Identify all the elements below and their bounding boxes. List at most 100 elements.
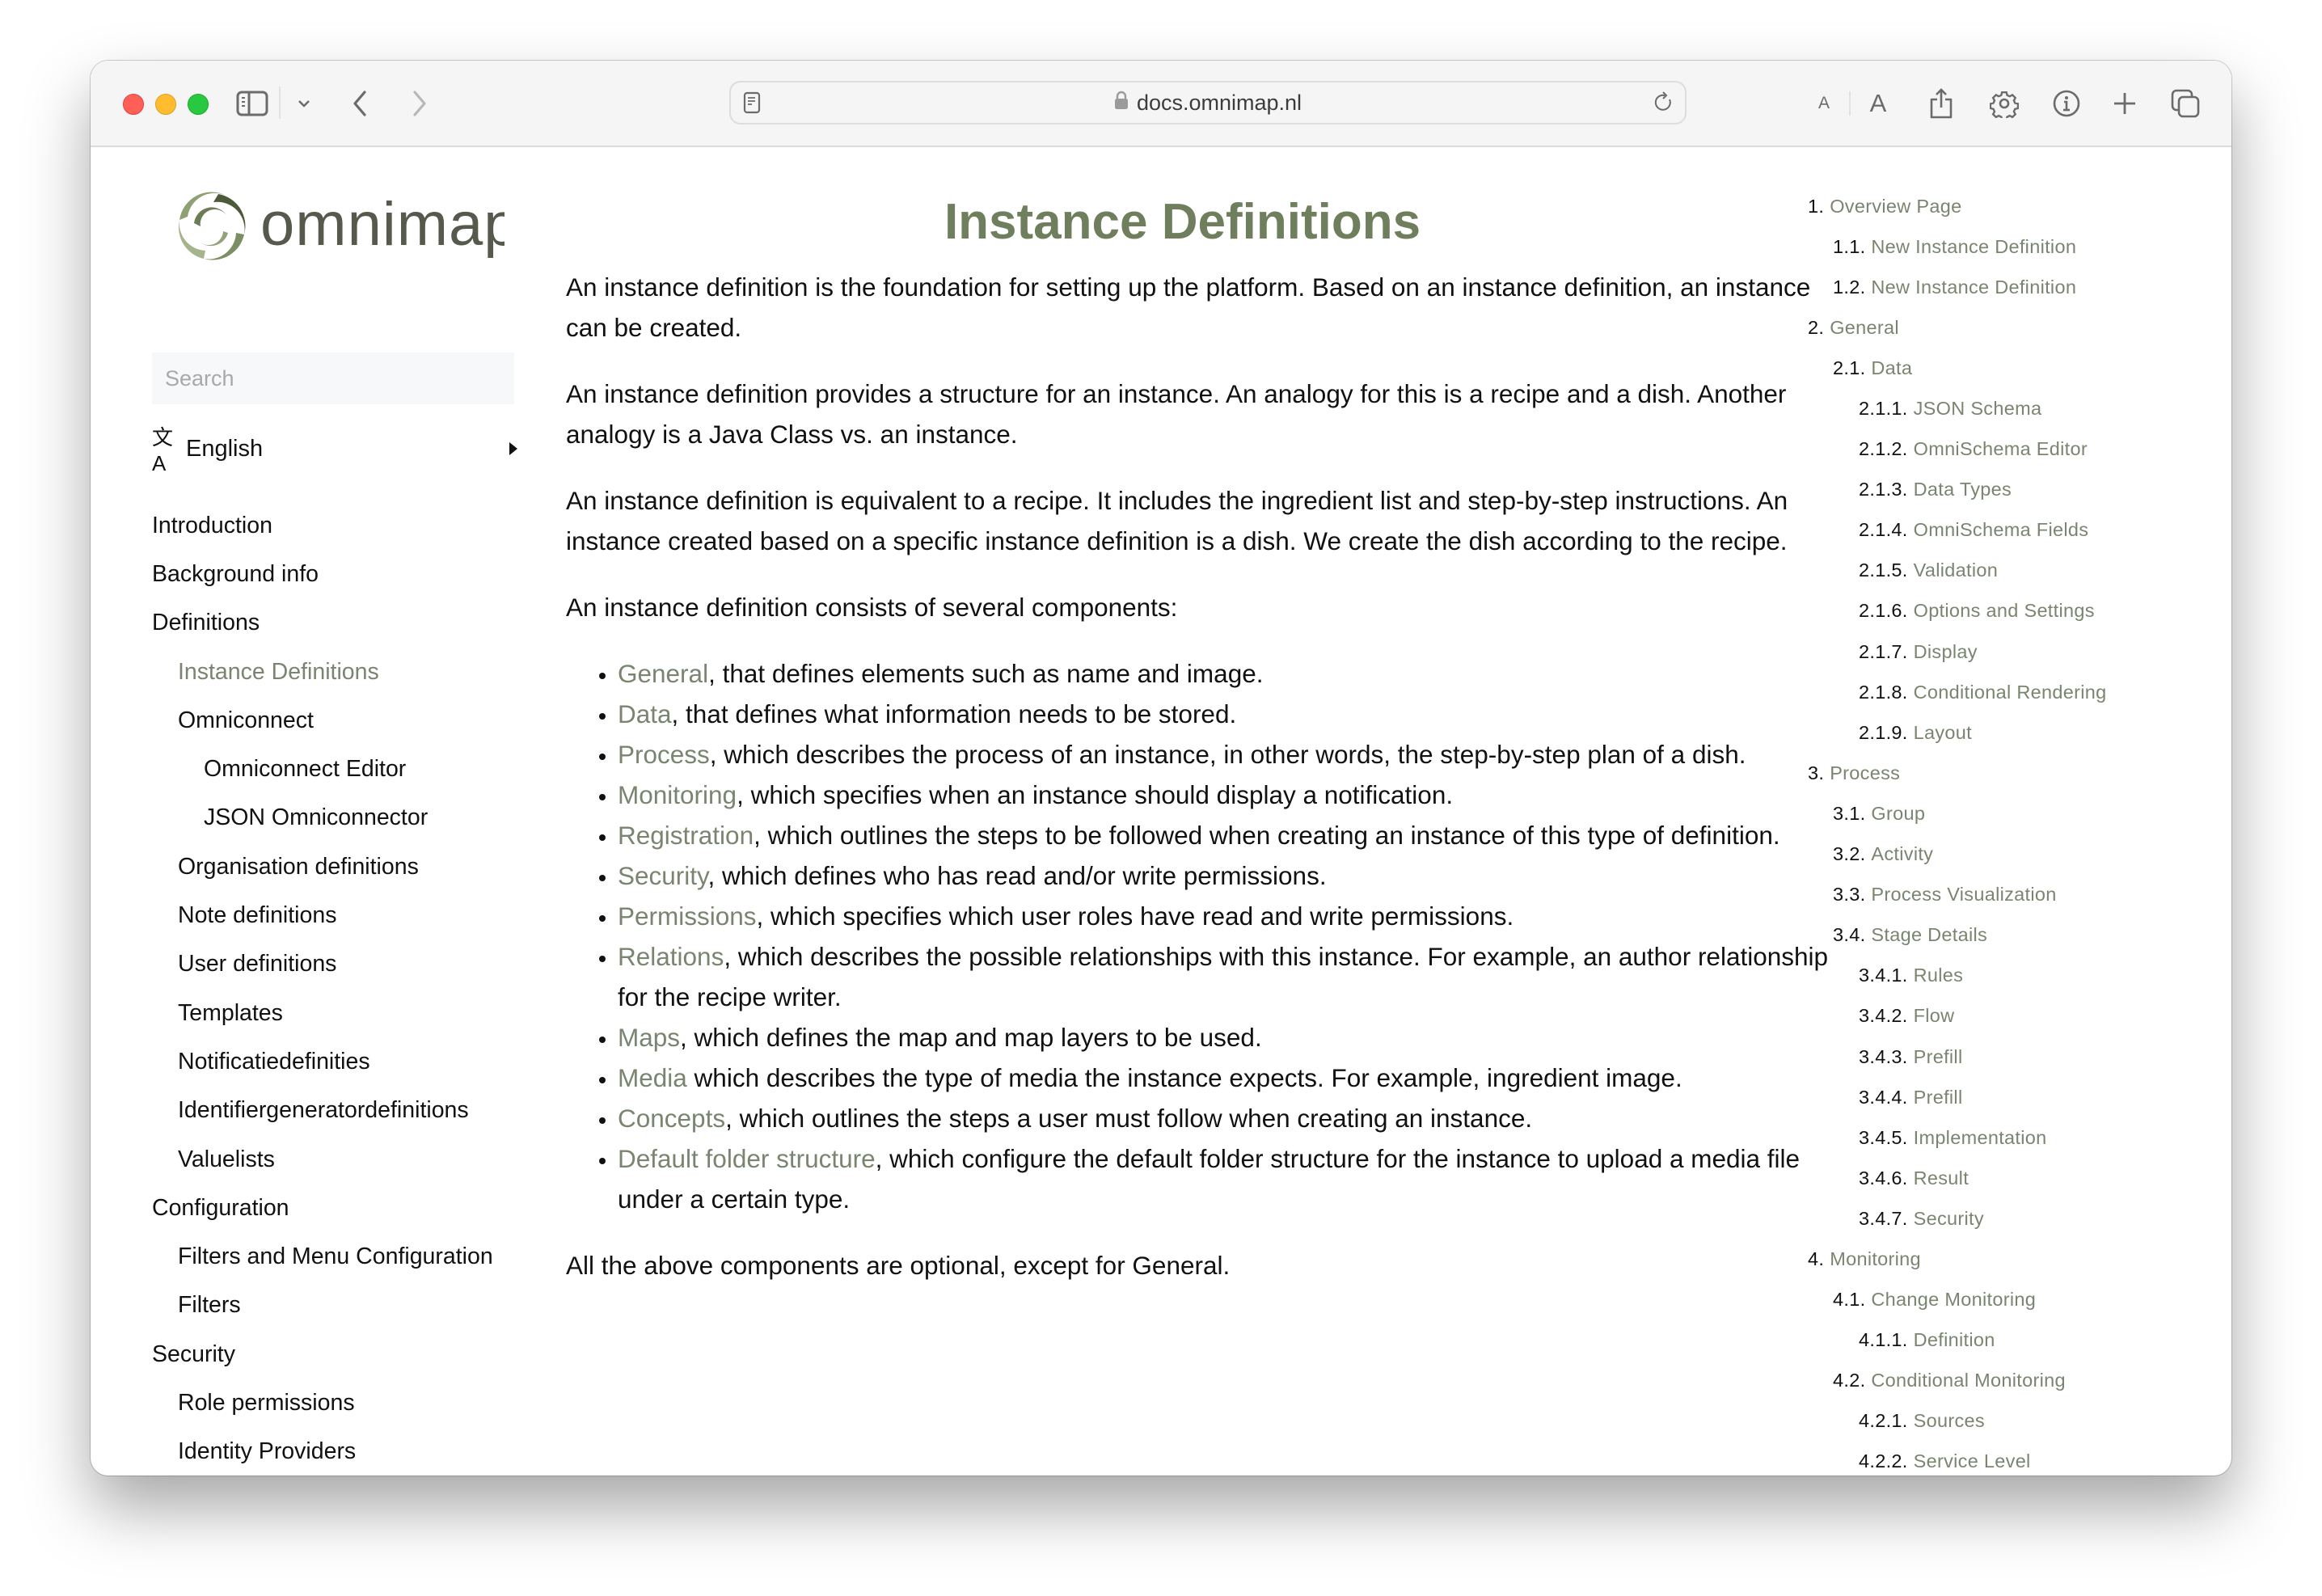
sidebar-item-json-omniconnector[interactable]: JSON Omniconnector: [152, 794, 524, 842]
sidebar-item-filters[interactable]: Filters: [152, 1281, 524, 1330]
toc-link[interactable]: JSON Schema: [1914, 398, 2042, 420]
toc-item[interactable]: 2.1.2. OmniSchema Editor: [1808, 429, 2212, 470]
minimize-window-button[interactable]: [155, 94, 176, 115]
toc-item[interactable]: 3.4. Stage Details: [1808, 915, 2212, 956]
toc-link[interactable]: New Instance Definition: [1871, 236, 2076, 258]
sidebar-item-instance-definitions[interactable]: Instance Definitions: [152, 648, 524, 696]
toc-link[interactable]: Change Monitoring: [1871, 1289, 2036, 1311]
chevron-down-icon[interactable]: [294, 85, 314, 122]
toc-link[interactable]: Process: [1830, 762, 1900, 784]
toc-item[interactable]: 1. Overview Page: [1808, 186, 2212, 226]
sidebar-item-identifiergeneratordefinitions[interactable]: Identifiergeneratordefinitions: [152, 1087, 524, 1135]
toc-link[interactable]: Overview Page: [1830, 196, 1961, 217]
toc-link[interactable]: Layout: [1914, 722, 1972, 744]
toc-link[interactable]: Security: [1914, 1208, 1984, 1230]
sidebar-item-security[interactable]: Security: [152, 1330, 524, 1379]
toc-link[interactable]: OmniSchema Editor: [1914, 438, 2088, 460]
component-link-media[interactable]: Media: [618, 1063, 687, 1092]
toc-link[interactable]: OmniSchema Fields: [1914, 519, 2089, 541]
toc-link[interactable]: Group: [1871, 803, 1925, 825]
toc-item[interactable]: 3.2. Activity: [1808, 834, 2212, 875]
sidebar-item-omniconnect-editor[interactable]: Omniconnect Editor: [152, 745, 524, 793]
sidebar-item-notificatiedefinities[interactable]: Notificatiedefinities: [152, 1037, 524, 1086]
text-smaller-button[interactable]: A: [1814, 85, 1834, 122]
toc-item[interactable]: 4.1. Change Monitoring: [1808, 1280, 2212, 1320]
plus-icon[interactable]: [2112, 85, 2138, 122]
toc-item[interactable]: 3.4.4. Prefill: [1808, 1077, 2212, 1117]
toc-link[interactable]: Activity: [1871, 843, 1933, 865]
sidebar-item-user-definitions[interactable]: User definitions: [152, 940, 524, 989]
toc-link[interactable]: Options and Settings: [1914, 600, 2095, 622]
sidebar-item-omniconnect[interactable]: Omniconnect: [152, 696, 524, 745]
toc-item[interactable]: 3. Process: [1808, 753, 2212, 793]
sidebar-icon[interactable]: [234, 85, 270, 122]
language-selector[interactable]: 文A English: [152, 425, 517, 475]
toc-link[interactable]: Conditional Rendering: [1914, 682, 2107, 703]
gear-icon[interactable]: [1989, 85, 2020, 122]
component-link-security[interactable]: Security: [618, 861, 707, 890]
toc-item[interactable]: 2.1.7. Display: [1808, 631, 2212, 672]
toc-item[interactable]: 4. Monitoring: [1808, 1239, 2212, 1279]
sidebar-item-filters-and-menu-configuration[interactable]: Filters and Menu Configuration: [152, 1232, 524, 1281]
toc-item[interactable]: 2.1.3. Data Types: [1808, 470, 2212, 510]
toc-link[interactable]: Sources: [1914, 1410, 1985, 1432]
toc-item[interactable]: 2.1.4. OmniSchema Fields: [1808, 510, 2212, 551]
toc-link[interactable]: Definition: [1914, 1329, 1995, 1351]
component-link-default-folder-structure[interactable]: Default folder structure: [618, 1144, 876, 1173]
toc-link[interactable]: Process Visualization: [1871, 884, 2056, 906]
toc-item[interactable]: 3.4.3. Prefill: [1808, 1037, 2212, 1077]
toc-item[interactable]: 3.4.1. Rules: [1808, 956, 2212, 996]
sidebar-item-valuelists[interactable]: Valuelists: [152, 1135, 524, 1184]
toc-link[interactable]: Data: [1871, 357, 1912, 379]
toc-link[interactable]: Rules: [1914, 965, 1964, 986]
toc-item[interactable]: 4.2.1. Sources: [1808, 1401, 2212, 1442]
toc-link[interactable]: Result: [1914, 1167, 1969, 1189]
toc-link[interactable]: Validation: [1914, 559, 1998, 581]
toc-link[interactable]: Stage Details: [1871, 924, 1987, 946]
toc-item[interactable]: 4.2.2. Service Level: [1808, 1442, 2212, 1476]
sidebar-item-background-info[interactable]: Background info: [152, 550, 524, 598]
search-input[interactable]: [152, 353, 514, 404]
forward-icon[interactable]: [407, 85, 432, 122]
toc-item[interactable]: 4.1.1. Definition: [1808, 1320, 2212, 1361]
sidebar-item-identity-providers[interactable]: Identity Providers: [152, 1428, 524, 1476]
toc-link[interactable]: Monitoring: [1830, 1248, 1921, 1270]
component-link-process[interactable]: Process: [618, 740, 710, 769]
reload-icon[interactable]: [1653, 84, 1675, 121]
url-display[interactable]: docs.omnimap.nl: [731, 82, 1685, 123]
toc-item[interactable]: 1.1. New Instance Definition: [1808, 226, 2212, 267]
tabs-overview-icon[interactable]: [2170, 85, 2201, 122]
sidebar-item-configuration[interactable]: Configuration: [152, 1184, 524, 1232]
address-bar[interactable]: docs.omnimap.nl: [729, 81, 1687, 125]
toc-item[interactable]: 2.1. Data: [1808, 348, 2212, 388]
toc-link[interactable]: Implementation: [1914, 1127, 2047, 1149]
toc-item[interactable]: 3.4.7. Security: [1808, 1198, 2212, 1239]
back-icon[interactable]: [348, 85, 372, 122]
toc-item[interactable]: 3.4.6. Result: [1808, 1158, 2212, 1198]
component-link-permissions[interactable]: Permissions: [618, 901, 757, 931]
toc-link[interactable]: Flow: [1914, 1005, 1955, 1027]
component-link-relations[interactable]: Relations: [618, 942, 724, 971]
toc-item[interactable]: 2.1.8. Conditional Rendering: [1808, 672, 2212, 712]
toc-item[interactable]: 2.1.5. Validation: [1808, 551, 2212, 591]
share-icon[interactable]: [1927, 85, 1955, 122]
toc-item[interactable]: 2. General: [1808, 307, 2212, 348]
toc-item[interactable]: 4.2. Conditional Monitoring: [1808, 1361, 2212, 1401]
toc-link[interactable]: New Instance Definition: [1871, 277, 2076, 298]
toc-link[interactable]: General: [1830, 317, 1899, 339]
sidebar-item-role-permissions[interactable]: Role permissions: [152, 1379, 524, 1427]
component-link-data[interactable]: Data: [618, 699, 672, 728]
toc-link[interactable]: Display: [1914, 641, 1978, 663]
toc-item[interactable]: 2.1.9. Layout: [1808, 712, 2212, 753]
toc-item[interactable]: 2.1.1. JSON Schema: [1808, 388, 2212, 429]
toc-item[interactable]: 3.4.5. Implementation: [1808, 1117, 2212, 1158]
sidebar-item-note-definitions[interactable]: Note definitions: [152, 891, 524, 939]
component-link-registration[interactable]: Registration: [618, 821, 754, 850]
toc-item[interactable]: 3.4.2. Flow: [1808, 996, 2212, 1037]
component-link-concepts[interactable]: Concepts: [618, 1104, 725, 1133]
sidebar-item-templates[interactable]: Templates: [152, 989, 524, 1037]
sidebar-item-organisation-definitions[interactable]: Organisation definitions: [152, 842, 524, 891]
zoom-window-button[interactable]: [188, 94, 209, 115]
text-larger-button[interactable]: A: [1866, 85, 1890, 122]
close-window-button[interactable]: [123, 94, 144, 115]
